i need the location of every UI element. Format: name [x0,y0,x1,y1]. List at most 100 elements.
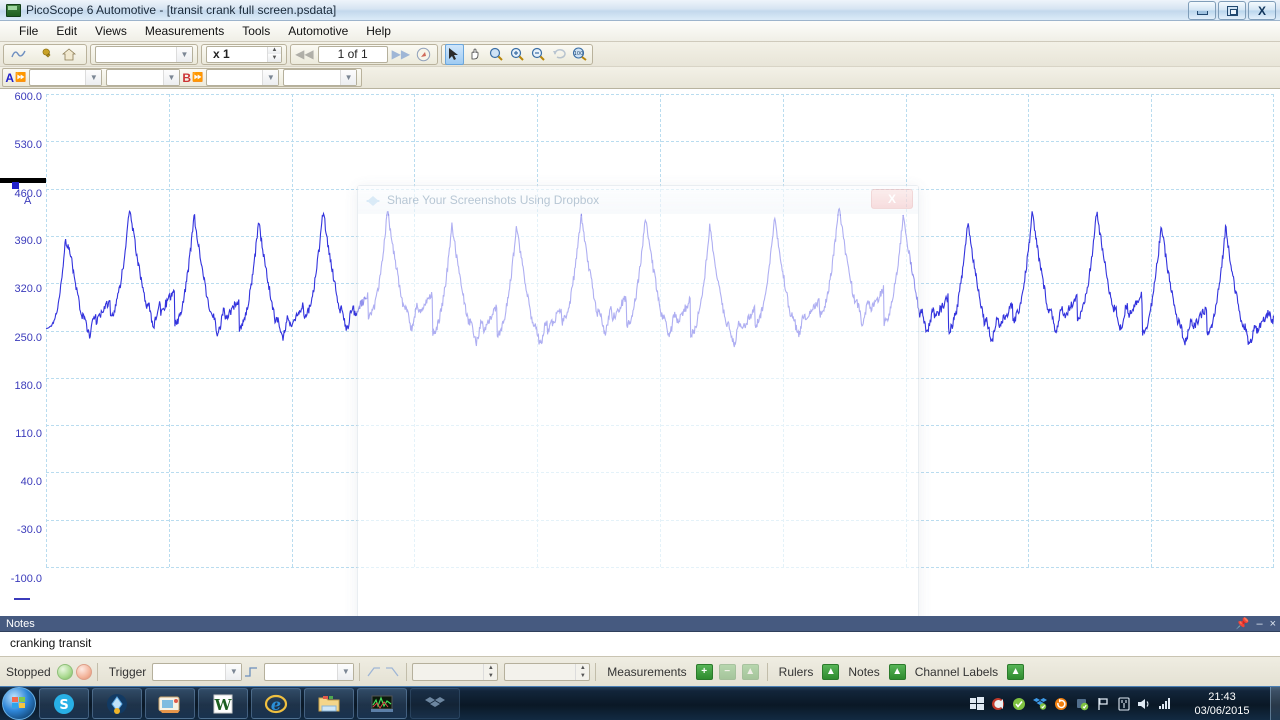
buffer-navigation-value[interactable]: 1 of 1 [317,45,388,63]
waveform-icon[interactable] [7,44,30,65]
close-button[interactable]: X [1248,1,1276,20]
picoscope-taskbar-icon[interactable] [357,688,407,719]
scope-view[interactable]: 600.0 530.0 460.0 390.0 320.0 250.0 180.… [0,89,1280,616]
measurements-label: Measurements [607,664,687,679]
svg-text:S: S [59,698,68,713]
dropbox-taskbar-icon[interactable] [410,688,460,719]
channel-a-label[interactable]: A ⏩ [5,71,27,85]
photo-viewer-taskbar-icon[interactable] [145,688,195,719]
svg-text:W: W [214,696,233,714]
y-axis: 600.0 530.0 460.0 390.0 320.0 250.0 180.… [0,89,46,589]
windows-tray-icon[interactable] [968,695,985,712]
internet-explorer-taskbar-icon[interactable]: e [251,688,301,719]
zoom-factor-stepper[interactable]: x 1 ▲ ▼ [206,45,282,63]
zoom-one-tool[interactable] [487,44,506,65]
wrench-icon[interactable] [32,44,55,65]
y-tick-110: 110.0 [15,428,42,440]
toolbar-group-zoom-factor: x 1 ▲ ▼ [201,43,287,65]
toggle-channel-labels-button[interactable]: ▲ [1007,663,1025,680]
system-tray: 21:43 03/06/2015 [966,687,1280,720]
pin-icon[interactable]: 📌 [1236,617,1250,630]
run-led-icon[interactable] [56,663,73,680]
show-desktop-button[interactable] [1270,687,1280,720]
window-title: PicoScope 6 Automotive - [transit crank … [26,3,337,17]
skype-taskbar-icon[interactable]: S [39,688,89,719]
device-tray-icon[interactable] [1115,695,1132,712]
clock-date: 03/06/2015 [1194,704,1250,717]
nav-last-icon[interactable]: ▶▶ [391,44,412,65]
toggle-measurements-button[interactable]: ▲ [741,663,759,680]
minimize-icon[interactable]: – [1256,618,1262,630]
file-explorer-taskbar-icon[interactable] [304,688,354,719]
volume-tray-icon[interactable] [1136,695,1153,712]
trigger-threshold-stepper[interactable]: ▲ ▼ [412,662,499,681]
trigger-edge-icon[interactable] [242,663,260,681]
channel-b-range-select[interactable]: ▼ [205,69,280,86]
restore-button[interactable] [1218,1,1246,20]
acquisition-state: Stopped [6,664,51,679]
y-tick-390: 390.0 [14,235,42,247]
dropbox-icon [366,194,380,207]
channel-a-id: A [5,70,15,85]
capture-select[interactable]: ▼ [95,45,193,63]
y-axis-unit: A [24,195,32,207]
zoom-in-tool[interactable] [508,44,527,65]
toggle-rulers-button[interactable]: ▲ [822,663,840,680]
nav-first-icon[interactable]: ◀◀ [294,44,315,65]
channel-group: A ⏩ ▼ ▼ B ⏩ ▼ ▼ [2,68,362,87]
rising-edge-icon[interactable] [365,663,383,681]
dropbox-tray-icon[interactable] [1031,695,1048,712]
channel-a-range-select[interactable]: ▼ [28,69,103,86]
taskbar-clock[interactable]: 21:43 03/06/2015 [1180,690,1264,718]
windows-start-icon[interactable] [2,687,36,720]
menu-item-help[interactable]: Help [357,22,400,40]
compass-icon[interactable] [413,44,434,65]
close-icon[interactable]: × [1270,618,1276,630]
update-tray-icon[interactable] [1052,695,1069,712]
menu-item-automotive[interactable]: Automotive [279,22,357,40]
channel-labels-label: Channel Labels [914,664,999,679]
notes-toggle-label: Notes [848,664,880,679]
channel-a-zero-marker[interactable] [14,598,30,600]
security-tray-icon[interactable] [1073,695,1090,712]
menu-item-views[interactable]: Views [86,22,136,40]
add-measurement-button[interactable]: + [695,663,713,680]
y-tick-250: 250.0 [14,332,42,344]
notes-text[interactable]: cranking transit [0,631,1280,655]
pointer-tool[interactable] [445,43,464,65]
zoom-100-tool[interactable]: 100 [570,44,589,65]
ccleaner-tray-icon[interactable] [989,695,1006,712]
hand-tool[interactable] [466,44,485,65]
zoom-factor-value: x 1 [213,47,230,61]
wordperfect-taskbar-icon[interactable]: W [198,688,248,719]
channel-b-coupling-select[interactable]: ▼ [283,69,358,86]
antivirus-tray-icon[interactable] [1010,695,1027,712]
menu-item-tools[interactable]: Tools [233,22,279,40]
menu-item-file[interactable]: File [10,22,47,40]
clock-time: 21:43 [1208,690,1236,703]
chevron-down-icon: ▼ [262,70,279,85]
main-toolbar: ▼ x 1 ▲ ▼ ◀◀ 1 of 1 ▶▶ 100 [0,42,1280,119]
toggle-notes-button[interactable]: ▲ [888,663,906,680]
minimize-button[interactable] [1188,1,1216,20]
action-center-tray-icon[interactable] [1094,695,1111,712]
falling-edge-icon[interactable] [383,663,401,681]
pretrigger-stepper[interactable]: ▲ ▼ [504,662,591,681]
windows-taskbar: S W e 21:43 03/06/2015 [0,686,1280,720]
menu-item-edit[interactable]: Edit [47,22,86,40]
stop-led-icon[interactable] [75,663,92,680]
remove-measurement-button[interactable]: − [718,663,736,680]
undo-zoom-tool[interactable] [549,44,568,65]
home-icon[interactable] [57,44,80,65]
menu-item-measurements[interactable]: Measurements [136,22,233,40]
channel-b-label[interactable]: B ⏩ [182,71,204,85]
dropbox-dialog-close-button[interactable]: X [871,189,913,209]
trigger-source-select[interactable]: ▼ [264,662,355,681]
blue-diamond-app-icon[interactable] [92,688,142,719]
zoom-out-tool[interactable] [528,44,547,65]
dropbox-share-dialog[interactable]: Share Your Screenshots Using Dropbox X [357,185,919,616]
zoom-factor-spin[interactable]: ▲ ▼ [267,46,281,62]
channel-a-coupling-select[interactable]: ▼ [106,69,181,86]
trigger-mode-select[interactable]: ▼ [152,662,243,681]
network-tray-icon[interactable] [1157,695,1174,712]
